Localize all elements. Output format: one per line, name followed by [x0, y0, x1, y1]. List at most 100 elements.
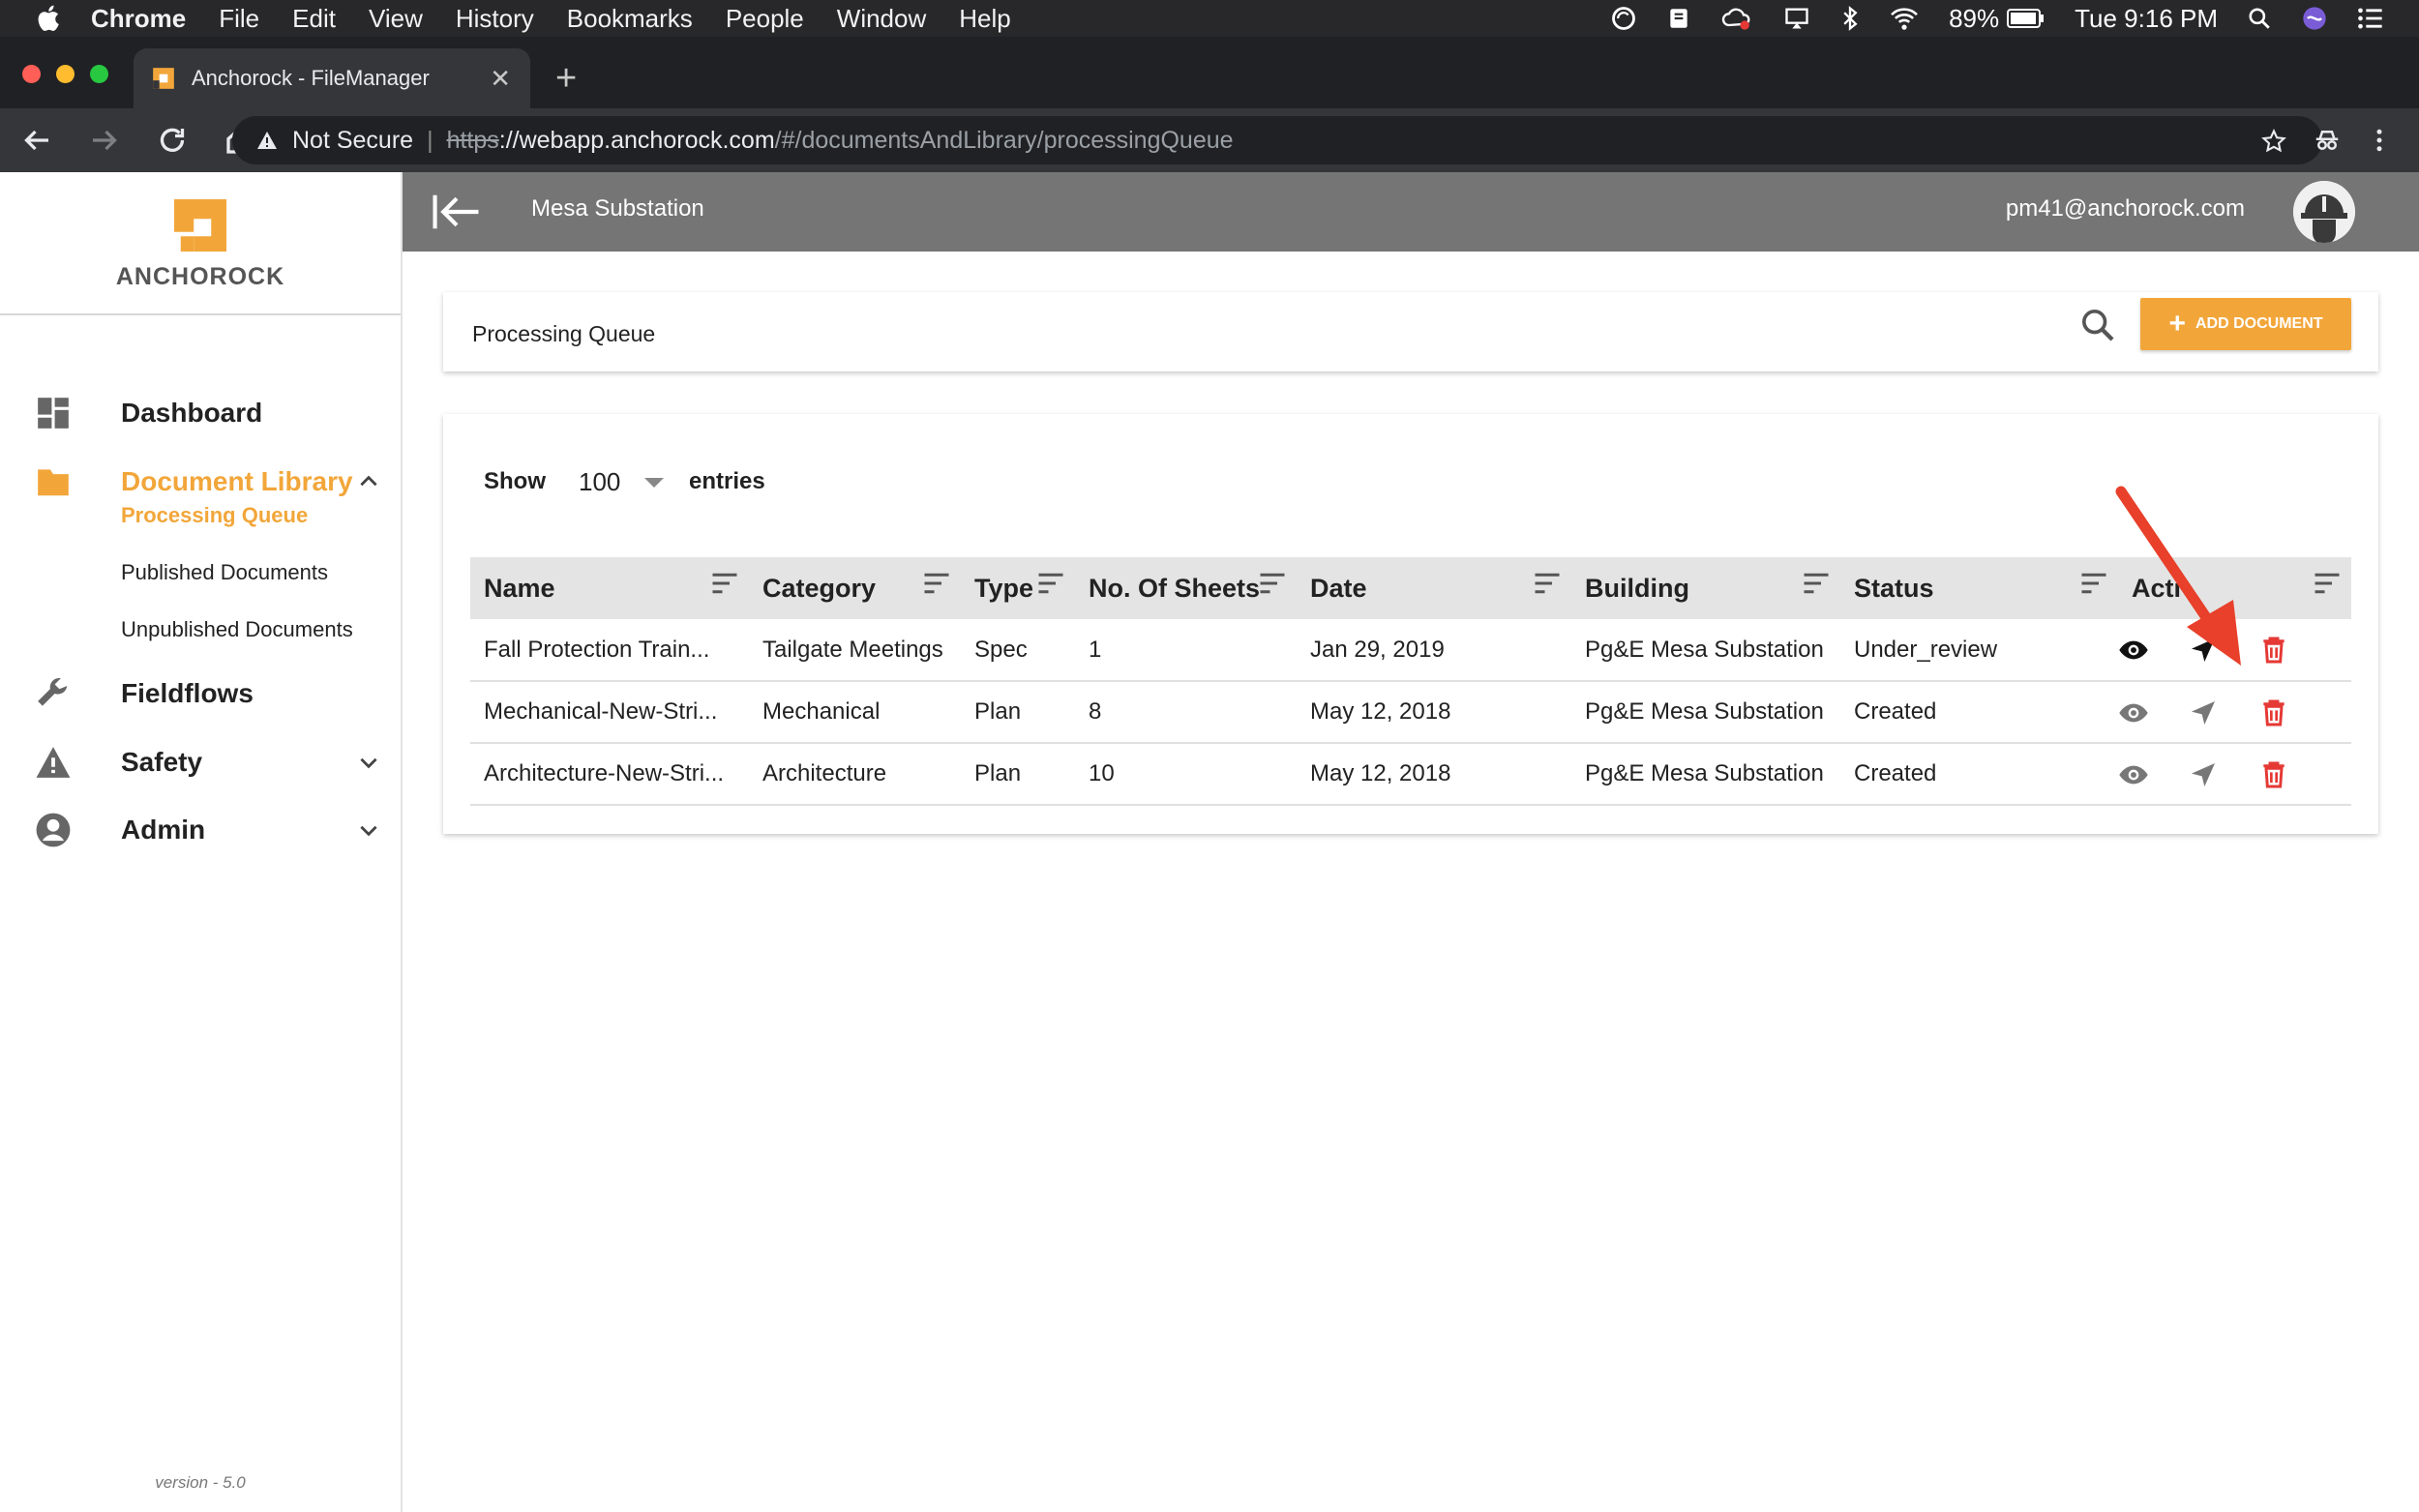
cell-category: Architecture: [762, 760, 887, 786]
cell-sheets: 8: [1089, 698, 1102, 725]
send-navigation-icon[interactable]: [2188, 697, 2219, 728]
entries-label: entries: [689, 468, 765, 494]
sidebar-subitem-unpublished-documents[interactable]: Unpublished Documents: [121, 617, 353, 642]
clock[interactable]: Tue 9:16 PM: [2075, 4, 2218, 34]
sidebar-item-admin[interactable]: Admin: [0, 801, 401, 859]
notes-icon[interactable]: [1666, 5, 1691, 32]
browser-toolbar: Not Secure | https ://webapp.anchorock.c…: [0, 108, 2419, 172]
sidebar-item-fieldflows[interactable]: Fieldflows: [0, 665, 401, 723]
bluetooth-icon[interactable]: [1840, 5, 1860, 32]
collapse-sidebar-icon[interactable]: [432, 193, 482, 230]
menu-bookmarks[interactable]: Bookmarks: [567, 4, 693, 34]
sidebar-item-dashboard[interactable]: Dashboard: [0, 384, 401, 442]
account-icon: [36, 813, 71, 847]
siri-icon[interactable]: [2301, 5, 2328, 32]
column-header-building[interactable]: Building: [1571, 557, 1840, 619]
send-navigation-icon[interactable]: [2188, 759, 2219, 790]
cell-type: Plan: [974, 698, 1022, 725]
security-label[interactable]: Not Secure: [292, 127, 413, 155]
app-sidebar: ANCHOROCK Dashboard Document Library Pro…: [0, 172, 403, 1512]
cloud-icon[interactable]: [1720, 5, 1753, 32]
delete-trash-icon[interactable]: [2258, 697, 2289, 728]
battery-icon[interactable]: [2007, 8, 2046, 29]
table-row[interactable]: Architecture-New-Stri... Architecture Pl…: [470, 743, 2351, 805]
cell-status: Under_review: [1854, 636, 1998, 663]
table-row[interactable]: Mechanical-New-Stri... Mechanical Plan 8…: [470, 681, 2351, 743]
macos-menu-bar: Chrome File Edit View History Bookmarks …: [0, 0, 2419, 37]
brand-logo[interactable]: ANCHOROCK: [0, 172, 401, 315]
cell-date: Jan 29, 2019: [1310, 636, 1445, 663]
bookmark-star-icon[interactable]: [2260, 128, 2287, 155]
menu-window[interactable]: Window: [837, 4, 926, 34]
column-header-sheets[interactable]: No. Of Sheets: [1075, 557, 1297, 619]
search-icon[interactable]: [2078, 306, 2117, 344]
folder-icon: [38, 469, 69, 496]
cell-date: May 12, 2018: [1310, 760, 1451, 786]
documents-table: Name Category Type No. Of Sheets Date Bu…: [470, 557, 2351, 806]
menu-file[interactable]: File: [219, 4, 259, 34]
anchorock-logo-icon: [174, 199, 226, 252]
cell-type: Plan: [974, 760, 1022, 786]
forward-arrow-icon[interactable]: [87, 123, 122, 158]
sidebar-item-label: Document Library: [121, 466, 353, 496]
new-tab-button[interactable]: +: [555, 58, 577, 100]
menu-app-chrome[interactable]: Chrome: [91, 4, 186, 34]
airplay-icon[interactable]: [1782, 5, 1811, 32]
cell-building: Pg&E Mesa Substation: [1585, 698, 1824, 725]
incognito-extension-icon[interactable]: [2313, 126, 2342, 155]
sidebar-item-safety[interactable]: Safety: [0, 733, 401, 791]
delete-trash-icon[interactable]: [2258, 759, 2289, 790]
menu-edit[interactable]: Edit: [292, 4, 336, 34]
warning-icon: [36, 747, 71, 778]
window-minimize-button[interactable]: [56, 65, 75, 83]
tab-close-icon[interactable]: ✕: [490, 64, 511, 94]
column-header-category[interactable]: Category: [749, 557, 961, 619]
cell-name[interactable]: Fall Protection Train...: [470, 619, 749, 681]
table-row[interactable]: Fall Protection Train... Tailgate Meetin…: [470, 619, 2351, 681]
sidebar-subitem-published-documents[interactable]: Published Documents: [121, 560, 328, 585]
user-email[interactable]: pm41@anchorock.com: [2006, 195, 2245, 222]
warning-triangle-icon[interactable]: [255, 129, 279, 152]
chevron-down-icon[interactable]: [356, 817, 381, 843]
chevron-down-icon[interactable]: [356, 750, 381, 775]
menu-people[interactable]: People: [726, 4, 804, 34]
add-document-label: ADD DOCUMENT: [2195, 315, 2323, 332]
window-zoom-button[interactable]: [90, 65, 108, 83]
cell-name[interactable]: Architecture-New-Stri...: [470, 743, 749, 805]
omnibox-separator: |: [427, 126, 433, 154]
column-header-type[interactable]: Type: [961, 557, 1075, 619]
browser-tab[interactable]: Anchorock - FileManager ✕: [134, 48, 530, 108]
address-bar[interactable]: Not Secure | https ://webapp.anchorock.c…: [232, 116, 2322, 164]
sidebar-item-document-library[interactable]: Document Library: [0, 453, 401, 511]
menu-help[interactable]: Help: [959, 4, 1010, 34]
notification-center-icon[interactable]: [2357, 7, 2384, 30]
view-eye-icon[interactable]: [2118, 697, 2149, 728]
cell-name[interactable]: Mechanical-New-Stri...: [470, 681, 749, 743]
column-header-date[interactable]: Date: [1297, 557, 1571, 619]
sidebar-subitem-processing-queue[interactable]: Processing Queue: [121, 503, 308, 528]
entries-select-value: 100: [579, 466, 621, 496]
column-header-status[interactable]: Status: [1840, 557, 2118, 619]
entries-select[interactable]: 100: [579, 462, 664, 501]
sync-icon[interactable]: [1610, 5, 1637, 32]
app-version: version - 5.0: [155, 1473, 246, 1492]
sort-icon: [1804, 573, 1829, 594]
menu-view[interactable]: View: [369, 4, 423, 34]
chevron-up-icon[interactable]: [356, 469, 381, 494]
menu-history[interactable]: History: [456, 4, 534, 34]
brand-name: ANCHOROCK: [115, 263, 285, 290]
view-eye-icon[interactable]: [2118, 759, 2149, 790]
column-header-name[interactable]: Name: [470, 557, 749, 619]
add-document-button[interactable]: + ADD DOCUMENT: [2140, 298, 2351, 350]
reload-icon[interactable]: [155, 123, 190, 158]
spotlight-search-icon[interactable]: [2247, 6, 2272, 31]
back-arrow-icon[interactable]: [19, 123, 54, 158]
browser-menu-icon[interactable]: [2365, 126, 2394, 155]
wifi-icon[interactable]: [1889, 6, 1920, 31]
project-title[interactable]: Mesa Substation: [531, 195, 704, 222]
apple-icon[interactable]: [33, 2, 66, 35]
user-avatar[interactable]: [2293, 181, 2355, 243]
window-close-button[interactable]: [22, 65, 41, 83]
url-host: ://webapp.anchorock.com: [498, 126, 775, 154]
delete-trash-icon[interactable]: [2258, 635, 2289, 666]
